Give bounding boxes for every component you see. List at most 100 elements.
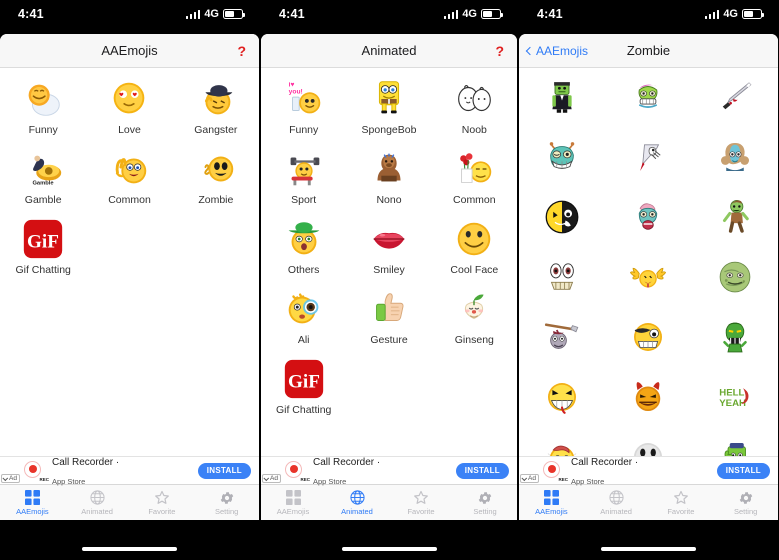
sticker-item[interactable] — [692, 130, 778, 190]
category-item[interactable]: GiF Gif Chatting — [261, 350, 346, 420]
category-label: Sport — [291, 194, 317, 206]
sticker-item[interactable] — [692, 310, 778, 370]
sticker-item[interactable] — [519, 130, 605, 190]
category-grid-scroll[interactable]: i♥ you! Funny SpongeBob Noob Sport Nono … — [261, 68, 517, 456]
install-button[interactable]: INSTALL — [716, 462, 770, 479]
ad-banner[interactable]: Ad REC Call Recorder · App Store INSTALL — [519, 456, 778, 485]
category-item[interactable]: Ginseng — [432, 280, 517, 350]
category-item[interactable]: Gesture — [346, 280, 431, 350]
install-button[interactable]: INSTALL — [455, 462, 509, 479]
help-button[interactable]: ? — [237, 43, 246, 59]
tab-favorite[interactable]: Favorite — [130, 489, 195, 516]
sticker-item[interactable] — [519, 190, 605, 250]
tab-setting[interactable]: Setting — [453, 489, 517, 516]
category-label: Gif Chatting — [15, 264, 71, 276]
sticker-item[interactable] — [692, 250, 778, 310]
tab-aaemojis[interactable]: AAEmojis — [261, 489, 325, 516]
ad-badge-label: Ad — [528, 475, 536, 482]
sticker-item[interactable] — [605, 370, 691, 430]
gear-icon — [738, 489, 754, 506]
thumbsup-icon — [376, 293, 404, 321]
category-item[interactable]: Gangster — [173, 70, 259, 140]
tab-setting[interactable]: Setting — [713, 489, 778, 516]
tab-bar: AAEmojis Animated Favorite Setting — [261, 484, 517, 520]
tab-aaemojis[interactable]: AAEmojis — [519, 489, 584, 516]
chevron-left-icon — [525, 46, 535, 55]
ad-badge[interactable]: Ad — [520, 474, 539, 483]
page-title: AAEmojis — [101, 43, 158, 58]
sticker-item[interactable] — [692, 70, 778, 130]
tab-label: Setting — [473, 507, 497, 516]
phone-screen-zombie: 4:41 4G AAEmojis Zombie HELL YEAH Ad REC… — [519, 0, 778, 560]
back-button[interactable]: AAEmojis — [525, 44, 588, 58]
category-item[interactable]: GiF Gif Chatting — [0, 210, 86, 280]
globe-icon — [349, 489, 365, 506]
rec-label: REC — [39, 476, 49, 482]
ad-badge[interactable]: Ad — [1, 474, 20, 483]
status-bar: 4:41 4G — [519, 0, 778, 28]
sticker-grid: HELL YEAH — [519, 68, 778, 456]
battery-icon — [481, 9, 504, 19]
sticker-item[interactable]: HELL YEAH — [692, 370, 778, 430]
help-button[interactable]: ? — [495, 43, 504, 59]
tab-aaemojis[interactable]: AAEmojis — [0, 489, 65, 516]
category-item[interactable]: Common — [432, 140, 517, 210]
category-item[interactable]: Ali — [261, 280, 346, 350]
ad-badge[interactable]: Ad — [262, 474, 281, 483]
status-indicators: 4G — [185, 8, 246, 20]
category-item[interactable]: Funny — [0, 70, 86, 140]
svg-text:GiF: GiF — [27, 232, 59, 253]
bloody-knife-sticker-icon — [722, 82, 752, 110]
tab-label: Animated — [600, 507, 632, 516]
ad-badge-label: Ad — [270, 475, 278, 482]
category-item[interactable]: Nono — [346, 140, 431, 210]
category-item[interactable]: Others — [261, 210, 346, 280]
tab-setting[interactable]: Setting — [194, 489, 259, 516]
category-label: Gesture — [370, 334, 408, 346]
ad-banner[interactable]: Ad REC Call Recorder · App Store INSTALL — [261, 456, 517, 485]
sticker-grid-scroll[interactable]: HELL YEAH — [519, 68, 778, 456]
category-item[interactable]: Noob — [432, 70, 517, 140]
app-container: AAEmojis ? Funny Love Gangster Gamble Ga… — [0, 34, 259, 520]
install-button[interactable]: INSTALL — [197, 462, 251, 479]
tab-animated[interactable]: Animated — [325, 489, 389, 516]
category-item[interactable]: i♥ you! Funny — [261, 70, 346, 140]
ad-banner[interactable]: Ad REC Call Recorder · App Store INSTALL — [0, 456, 259, 485]
axe-head-sticker-icon — [545, 323, 579, 349]
eyepatch-emoji-icon — [634, 323, 663, 351]
tab-favorite[interactable]: Favorite — [389, 489, 453, 516]
star-icon — [413, 489, 429, 506]
sticker-item[interactable] — [519, 370, 605, 430]
record-icon — [285, 460, 302, 478]
tab-label: Animated — [81, 507, 113, 516]
category-item[interactable]: Zombie — [173, 140, 259, 210]
category-item[interactable]: Gamble Gamble — [0, 140, 86, 210]
sticker-item[interactable] — [605, 70, 691, 130]
tab-bar: AAEmojis Animated Favorite Setting — [0, 484, 259, 520]
category-grid-scroll[interactable]: Funny Love Gangster Gamble Gamble Common… — [0, 68, 259, 456]
tab-favorite[interactable]: Favorite — [649, 489, 714, 516]
category-item[interactable]: Cool Face — [432, 210, 517, 280]
sticker-item[interactable] — [692, 190, 778, 250]
sticker-item[interactable] — [605, 190, 691, 250]
sticker-item[interactable] — [605, 250, 691, 310]
category-item[interactable]: Common — [86, 140, 172, 210]
category-item[interactable]: Sport — [261, 140, 346, 210]
category-item[interactable]: SpongeBob — [346, 70, 431, 140]
hat-emoji-icon — [288, 222, 319, 255]
category-item[interactable]: Love — [86, 70, 172, 140]
record-icon — [24, 460, 41, 478]
tab-animated[interactable]: Animated — [584, 489, 649, 516]
svg-text:GiF: GiF — [288, 372, 320, 393]
category-label: Common — [108, 194, 151, 206]
tab-animated[interactable]: Animated — [65, 489, 130, 516]
sticker-item[interactable] — [605, 310, 691, 370]
category-item[interactable]: Smiley — [346, 210, 431, 280]
sticker-item[interactable] — [519, 250, 605, 310]
sticker-item[interactable] — [519, 70, 605, 130]
sticker-item[interactable] — [605, 130, 691, 190]
sticker-item[interactable] — [519, 310, 605, 370]
rec-label: REC — [300, 476, 310, 482]
hand-knife-sticker-icon — [640, 144, 662, 171]
status-indicators: 4G — [443, 8, 504, 20]
